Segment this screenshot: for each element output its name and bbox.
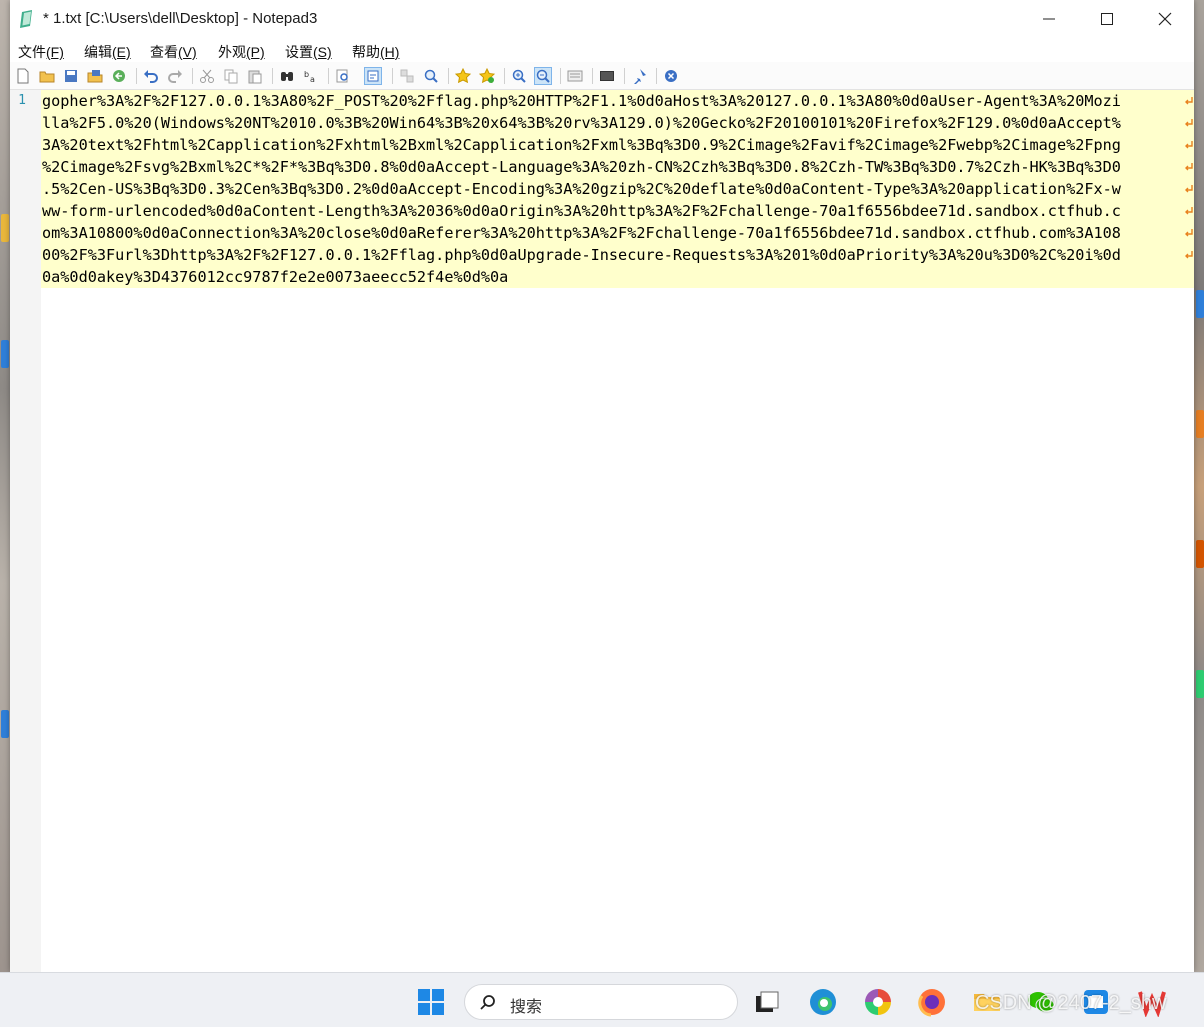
taskbar-photos[interactable] <box>863 987 893 1017</box>
wrap-marker-icon <box>1185 163 1193 171</box>
text-line[interactable]: 3A%20text%2Fhtml%2Capplication%2Fxhtml%2… <box>42 134 1121 156</box>
maximize-icon <box>1101 13 1113 25</box>
close-doc-icon[interactable] <box>662 67 680 85</box>
maximize-button[interactable] <box>1078 0 1136 38</box>
text-line[interactable]: om%3A10800%0d0aConnection%3A%20close%0d0… <box>42 222 1121 244</box>
menu-edit[interactable]: 编辑(E) <box>84 42 131 62</box>
toolbar-separator <box>392 68 393 84</box>
line-number: 1 <box>18 93 26 108</box>
find-next-icon[interactable] <box>422 67 440 85</box>
task-view-icon <box>756 991 779 1012</box>
toolbar-separator <box>192 68 193 84</box>
toolbar-separator <box>624 68 625 84</box>
undo-icon[interactable] <box>142 67 160 85</box>
close-icon <box>1158 12 1172 26</box>
desktop-background-left <box>0 0 10 972</box>
toolbar-separator <box>448 68 449 84</box>
text-line[interactable]: gopher%3A%2F%2F127.0.0.1%3A80%2F_POST%20… <box>42 90 1121 112</box>
cut-icon[interactable] <box>198 67 216 85</box>
firefox-icon <box>918 989 945 1017</box>
notepad3-window: * 1.txt [C:\Users\dell\Desktop] - Notepa… <box>10 0 1194 972</box>
start-button[interactable] <box>416 987 446 1017</box>
desktop-shortcut-icon[interactable] <box>1 710 9 738</box>
notepad3-app-icon <box>19 10 35 28</box>
text-line[interactable]: ww-form-urlencoded%0d0aContent-Length%3A… <box>42 200 1121 222</box>
close-button[interactable] <box>1136 0 1194 38</box>
toolbar-separator <box>136 68 137 84</box>
toolbar-separator <box>272 68 273 84</box>
copy-icon[interactable] <box>222 67 240 85</box>
wrap-marker-icon <box>1185 207 1193 215</box>
menu-help[interactable]: 帮助(H) <box>352 42 399 62</box>
csdn-watermark: CSDN @2407-2_shw <box>975 992 1167 1014</box>
toolbar-separator <box>656 68 657 84</box>
go-to-icon[interactable] <box>334 67 352 85</box>
paste-icon[interactable] <box>246 67 264 85</box>
zoom-in-icon[interactable] <box>510 67 528 85</box>
wrap-marker-icon <box>1185 251 1193 259</box>
toolbar: ba <box>10 62 1194 90</box>
toolbar-separator <box>560 68 561 84</box>
taskbar-edge[interactable] <box>808 987 838 1017</box>
wrap-marker-icon <box>1185 141 1193 149</box>
menu-file[interactable]: 文件(F) <box>18 42 64 62</box>
minimize-icon <box>1043 18 1055 20</box>
open-folder-icon[interactable] <box>38 67 56 85</box>
line-number-gutter: 1 <box>10 90 41 972</box>
text-line[interactable]: .5%2Cen-US%3Bq%3D0.3%2Cen%3Bq%3D0.2%0d0a… <box>42 178 1121 200</box>
save-as-icon[interactable] <box>86 67 104 85</box>
search-placeholder: 搜索 <box>510 999 543 1016</box>
desktop-shortcut-icon[interactable] <box>1196 540 1204 568</box>
toolbar-separator <box>504 68 505 84</box>
pin-icon[interactable] <box>630 67 648 85</box>
text-line[interactable]: lla%2F5.0%20(Windows%20NT%2010.0%3B%20Wi… <box>42 112 1121 134</box>
desktop-shortcut-icon[interactable] <box>1196 670 1204 698</box>
toolbar-separator <box>592 68 593 84</box>
save-icon[interactable] <box>62 67 80 85</box>
task-view-button[interactable] <box>752 987 782 1017</box>
favorite-icon[interactable] <box>454 67 472 85</box>
zoom-out-icon[interactable] <box>534 67 552 85</box>
minimize-button[interactable] <box>1020 0 1078 38</box>
menu-settings[interactable]: 设置(S) <box>285 42 332 62</box>
desktop-shortcut-icon[interactable] <box>1196 290 1204 318</box>
window-title: * 1.txt [C:\Users\dell\Desktop] - Notepa… <box>43 10 318 27</box>
wrap-marker-icon <box>1185 97 1193 105</box>
title-bar[interactable]: * 1.txt [C:\Users\dell\Desktop] - Notepa… <box>10 0 1194 38</box>
svg-text:b: b <box>304 70 309 79</box>
windows-logo-icon <box>418 989 444 1015</box>
menu-view[interactable]: 查看(V) <box>150 42 197 62</box>
zoom-icon[interactable] <box>398 67 416 85</box>
view-whitespace-icon[interactable] <box>566 67 584 85</box>
add-favorite-icon[interactable] <box>478 67 496 85</box>
toolbar-separator <box>328 68 329 84</box>
redo-icon[interactable] <box>166 67 184 85</box>
find-icon[interactable] <box>278 67 296 85</box>
revert-icon[interactable] <box>110 67 128 85</box>
menu-bar: 文件(F) 编辑(E) 查看(V) 外观(P) 设置(S) 帮助(H) <box>10 38 1194 62</box>
menu-appearance[interactable]: 外观(P) <box>218 42 265 62</box>
search-icon <box>480 995 495 1010</box>
word-wrap-icon[interactable] <box>364 67 382 85</box>
replace-icon[interactable]: ba <box>302 67 320 85</box>
desktop-background-right <box>1194 0 1204 972</box>
text-line[interactable]: 0a%0d0akey%3D4376012cc9787f2e2e0073aeecc… <box>42 266 508 288</box>
text-line[interactable]: %2Cimage%2Fsvg%2Bxml%2C*%2F*%3Bq%3D0.8%0… <box>42 156 1121 178</box>
new-file-icon[interactable] <box>14 67 32 85</box>
desktop-shortcut-icon[interactable] <box>1 214 9 242</box>
color-wheel-app-icon <box>865 989 891 1015</box>
desktop-shortcut-icon[interactable] <box>1 340 9 368</box>
screen-icon[interactable] <box>598 67 616 85</box>
edge-browser-icon <box>810 989 836 1015</box>
wrap-marker-icon <box>1185 185 1193 193</box>
svg-text:a: a <box>310 75 315 84</box>
taskbar-firefox[interactable] <box>917 987 947 1017</box>
text-line[interactable]: 00%2F%3Furl%3Dhttp%3A%2F%2F127.0.0.1%2Ff… <box>42 244 1121 266</box>
desktop-shortcut-icon[interactable] <box>1196 410 1204 438</box>
editor-area[interactable]: 1 gopher%3A%2F%2F127.0.0.1%3A80%2F_POST%… <box>10 90 1194 972</box>
wrap-marker-icon <box>1185 119 1193 127</box>
taskbar-search-box[interactable]: 搜索 <box>464 984 738 1020</box>
wrap-marker-icon <box>1185 229 1193 237</box>
